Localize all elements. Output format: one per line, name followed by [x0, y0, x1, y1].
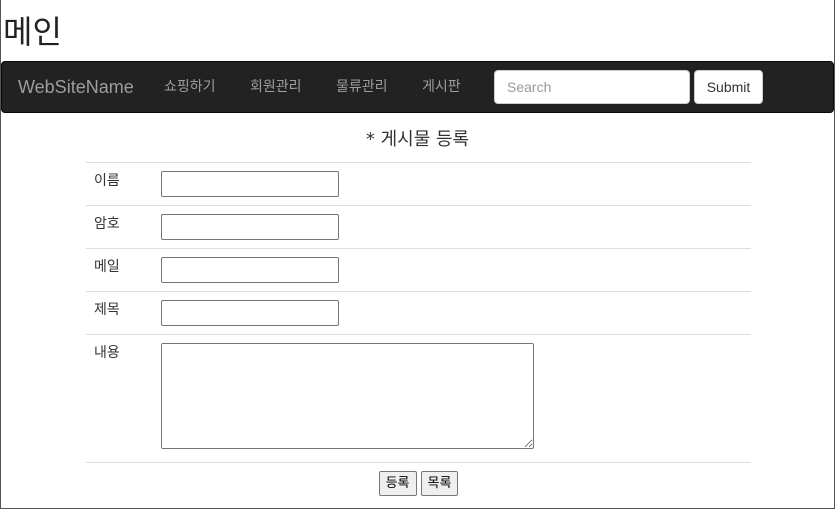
- content-label: 내용: [94, 345, 120, 361]
- page-frame: 메인 WebSiteName 쇼핑하기 회원관리 물류관리 게시판 Submit…: [0, 0, 835, 509]
- password-label: 암호: [94, 216, 120, 232]
- nav-item-board[interactable]: 게시판: [422, 78, 461, 96]
- nav-item-logistics[interactable]: 물류관리: [336, 78, 388, 96]
- subject-field[interactable]: [161, 300, 339, 326]
- form-actions: 등록 목록: [86, 462, 751, 501]
- form-row-content: 내용: [86, 334, 751, 462]
- subject-label: 제목: [94, 302, 120, 318]
- form-row-name: 이름: [86, 162, 751, 205]
- nav-item-members[interactable]: 회원관리: [250, 78, 302, 96]
- submit-button[interactable]: Submit: [694, 70, 763, 104]
- name-label: 이름: [94, 173, 120, 189]
- register-button[interactable]: 등록: [378, 471, 417, 496]
- content-textarea[interactable]: [161, 343, 534, 449]
- list-button[interactable]: 목록: [420, 471, 459, 496]
- email-label: 메일: [94, 259, 120, 275]
- form-button-group: 등록 목록: [86, 471, 751, 496]
- brand-link[interactable]: WebSiteName: [18, 77, 134, 97]
- form-title: * 게시물 등록: [365, 129, 470, 150]
- search-input[interactable]: [494, 70, 690, 104]
- post-form: 이름 암호 메일 제목 내용 등록 목록: [86, 162, 751, 501]
- navbar: WebSiteName 쇼핑하기 회원관리 물류관리 게시판 Submit: [1, 61, 834, 113]
- nav-item-shopping[interactable]: 쇼핑하기: [164, 78, 216, 96]
- form-row-email: 메일: [86, 248, 751, 291]
- email-field[interactable]: [161, 257, 339, 283]
- form-row-subject: 제목: [86, 291, 751, 334]
- password-field[interactable]: [161, 214, 339, 240]
- page-title: 메인: [3, 13, 62, 51]
- form-row-password: 암호: [86, 205, 751, 248]
- name-field[interactable]: [161, 171, 339, 197]
